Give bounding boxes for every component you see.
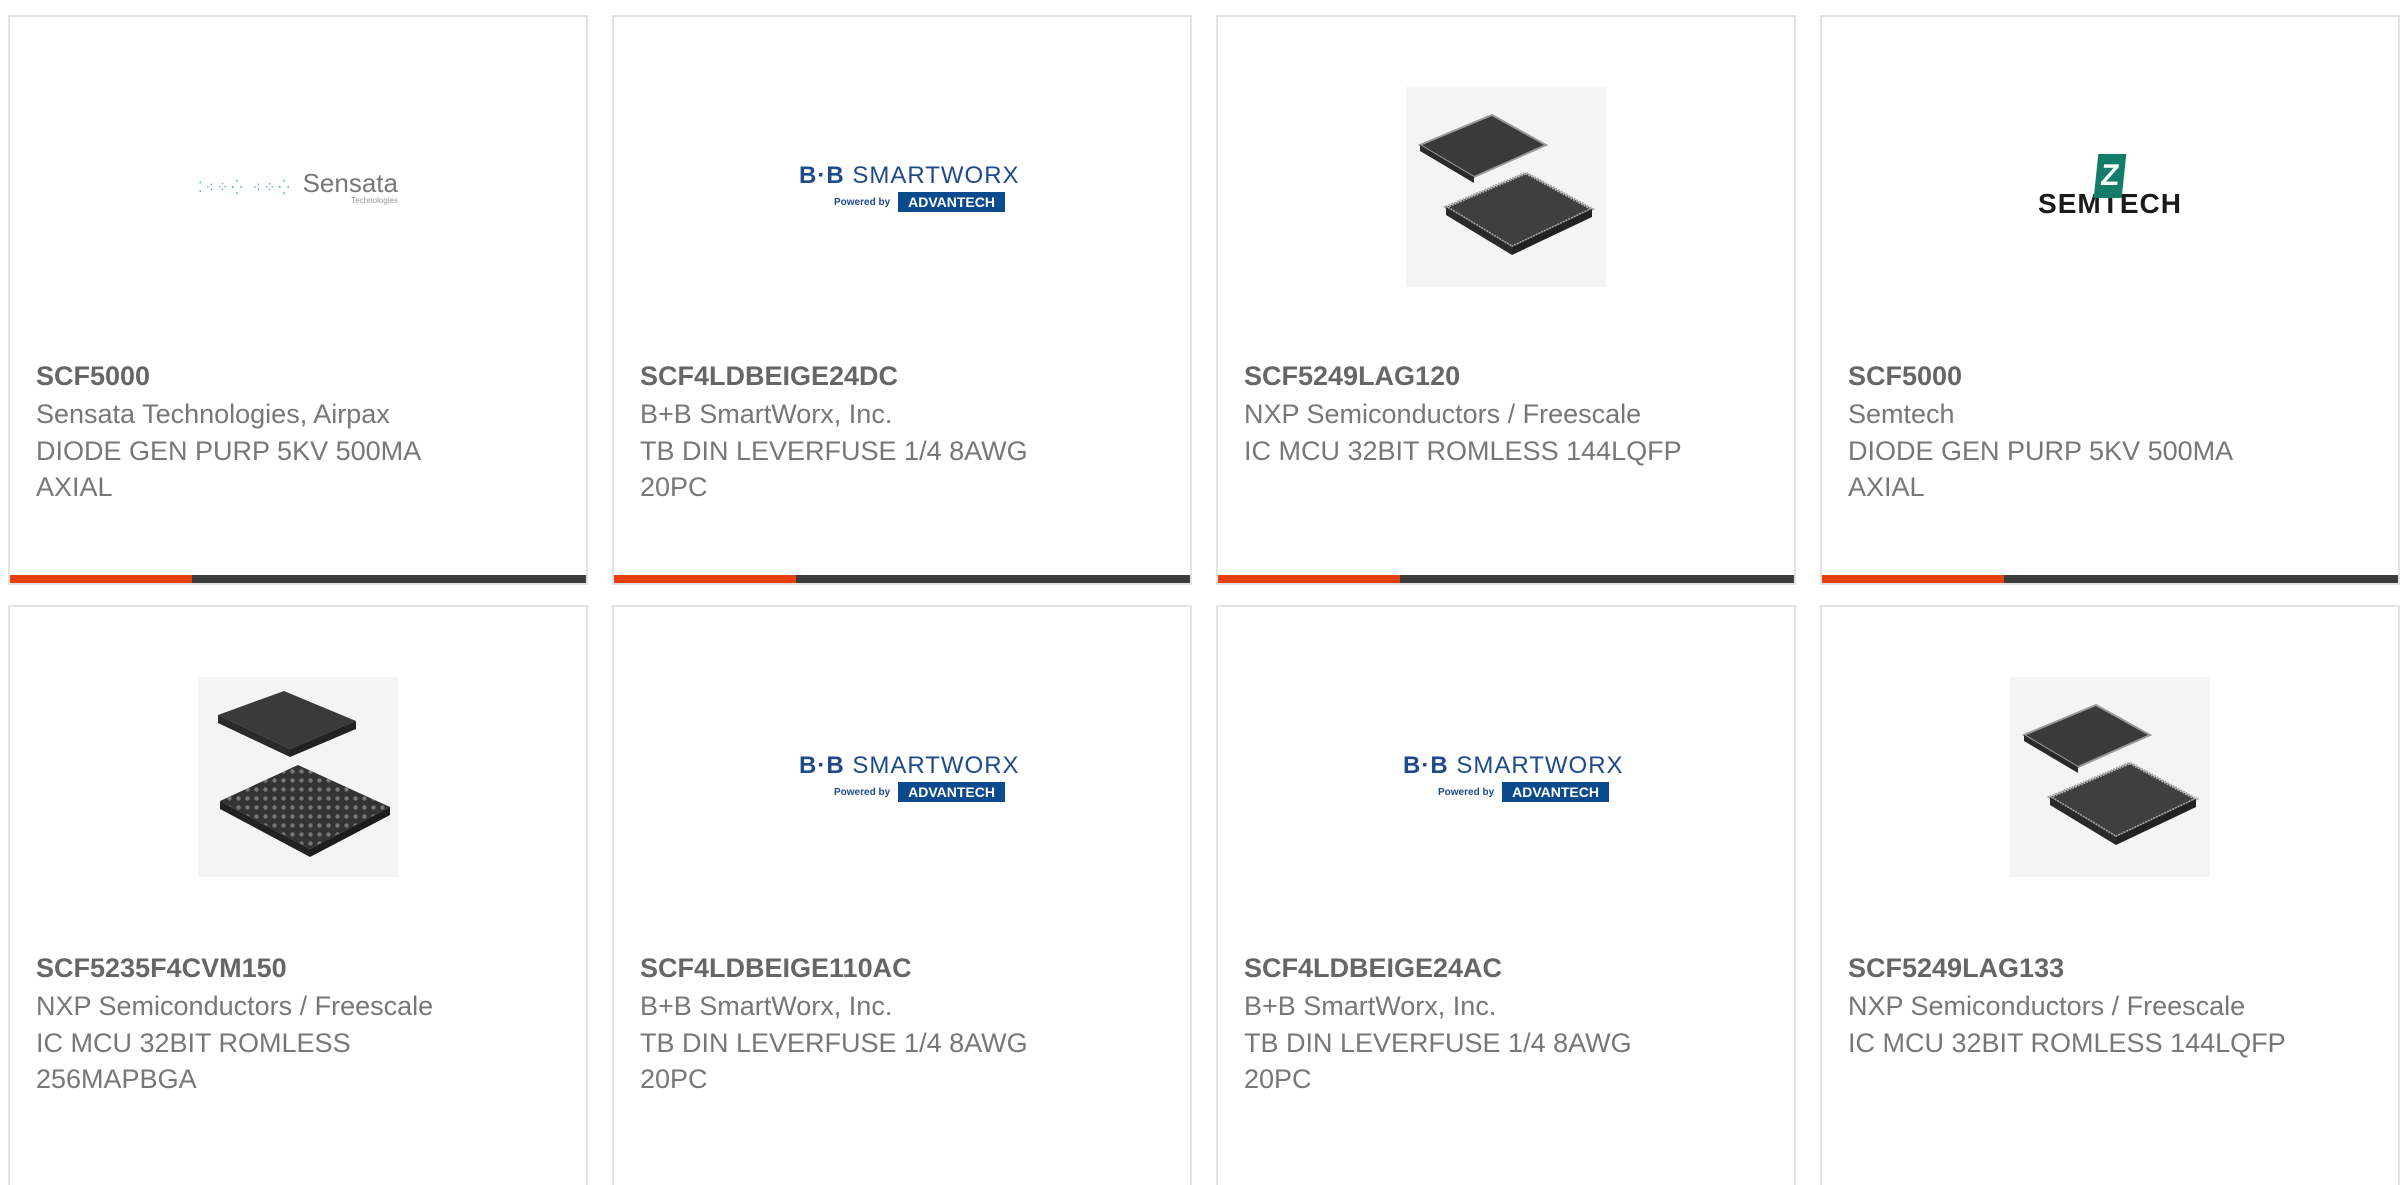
product-image[interactable]: B·B SMARTWORX Powered by ADVANTECH <box>1218 607 1794 947</box>
card-bottom-bar <box>1218 575 1794 583</box>
manufacturer: B+B SmartWorx, Inc. <box>640 991 893 1021</box>
lqfp-chip-photo <box>2010 677 2210 877</box>
part-number-link[interactable]: SCF4LDBEIGE24AC <box>1244 949 1768 987</box>
part-number-link[interactable]: SCF5235F4CVM150 <box>36 949 560 987</box>
product-card[interactable]: B·B SMARTWORX Powered by ADVANTECH SCF4LD… <box>612 605 1192 1185</box>
manufacturer: NXP Semiconductors / Freescale <box>1244 399 1642 429</box>
product-card[interactable]: SCF5249LAG133 NXP Semiconductors / Frees… <box>1820 605 2400 1185</box>
product-image[interactable] <box>1218 17 1794 357</box>
description: DIODE GEN PURP 5KV 500MA AXIAL <box>36 436 420 502</box>
description: TB DIN LEVERFUSE 1/4 8AWG 20PC <box>1244 1028 1632 1094</box>
semtech-logo: Z SEMTECH <box>2038 154 2182 220</box>
product-card[interactable]: SCF5235F4CVM150 NXP Semiconductors / Fre… <box>8 605 588 1185</box>
description: IC MCU 32BIT ROMLESS 144LQFP <box>1848 1028 2286 1058</box>
bb-smartworx-logo: B·B SMARTWORX Powered by ADVANTECH <box>1403 752 1624 802</box>
manufacturer: Semtech <box>1848 399 1955 429</box>
part-number-link[interactable]: SCF5000 <box>36 357 560 395</box>
manufacturer: Sensata Technologies, Airpax <box>36 399 390 429</box>
part-number-link[interactable]: SCF5249LAG120 <box>1244 357 1768 395</box>
product-card[interactable]: B·B SMARTWORX Powered by ADVANTECH SCF4LD… <box>612 15 1192 585</box>
part-number-link[interactable]: SCF5249LAG133 <box>1848 949 2372 987</box>
part-number-link[interactable]: SCF4LDBEIGE110AC <box>640 949 1164 987</box>
product-image[interactable] <box>1822 607 2398 947</box>
manufacturer: NXP Semiconductors / Freescale <box>1848 991 2246 1021</box>
part-number-link[interactable]: SCF5000 <box>1848 357 2372 395</box>
product-image[interactable]: Z SEMTECH <box>1822 17 2398 357</box>
description: TB DIN LEVERFUSE 1/4 8AWG 20PC <box>640 436 1028 502</box>
manufacturer: B+B SmartWorx, Inc. <box>640 399 893 429</box>
product-image[interactable] <box>10 607 586 947</box>
product-card[interactable]: Z SEMTECH SCF5000 Semtech DIODE GEN PURP… <box>1820 15 2400 585</box>
product-card[interactable]: ⁚⁖⁘⁛ ⁖⁘⁛ Sensata Technologies SCF5000 Se… <box>8 15 588 585</box>
manufacturer: B+B SmartWorx, Inc. <box>1244 991 1497 1021</box>
description: DIODE GEN PURP 5KV 500MA AXIAL <box>1848 436 2232 502</box>
card-bottom-bar <box>1822 575 2398 583</box>
manufacturer: NXP Semiconductors / Freescale <box>36 991 434 1021</box>
bb-smartworx-logo: B·B SMARTWORX Powered by ADVANTECH <box>799 162 1020 212</box>
product-card[interactable]: SCF5249LAG120 NXP Semiconductors / Frees… <box>1216 15 1796 585</box>
description: IC MCU 32BIT ROMLESS 144LQFP <box>1244 436 1682 466</box>
bga-chip-photo <box>198 677 398 877</box>
lqfp-chip-photo <box>1406 87 1606 287</box>
product-image[interactable]: B·B SMARTWORX Powered by ADVANTECH <box>614 607 1190 947</box>
part-number-link[interactable]: SCF4LDBEIGE24DC <box>640 357 1164 395</box>
product-image[interactable]: B·B SMARTWORX Powered by ADVANTECH <box>614 17 1190 357</box>
product-image[interactable]: ⁚⁖⁘⁛ ⁖⁘⁛ Sensata Technologies <box>10 17 586 357</box>
sensata-logo: ⁚⁖⁘⁛ ⁖⁘⁛ Sensata Technologies <box>198 167 398 205</box>
card-bottom-bar <box>614 575 1190 583</box>
product-card[interactable]: B·B SMARTWORX Powered by ADVANTECH SCF4LD… <box>1216 605 1796 1185</box>
card-bottom-bar <box>10 575 586 583</box>
bb-smartworx-logo: B·B SMARTWORX Powered by ADVANTECH <box>799 752 1020 802</box>
description: IC MCU 32BIT ROMLESS 256MAPBGA <box>36 1028 351 1094</box>
description: TB DIN LEVERFUSE 1/4 8AWG 20PC <box>640 1028 1028 1094</box>
